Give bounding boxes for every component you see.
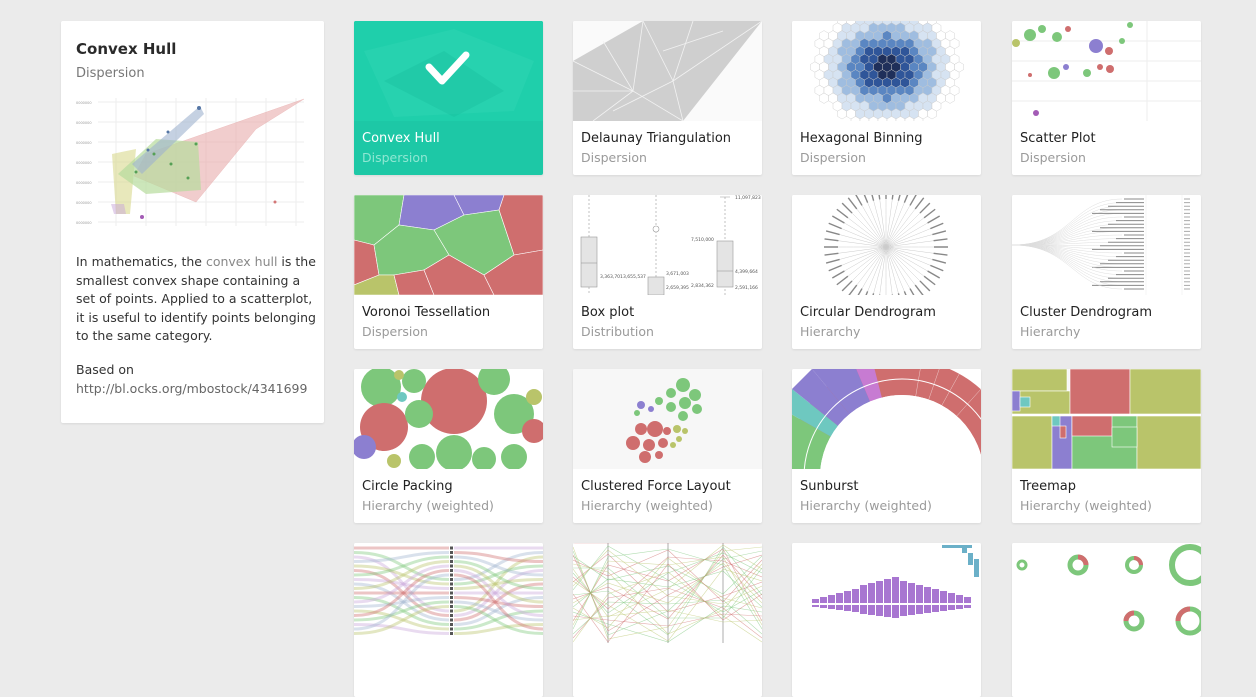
- card-title: Convex Hull: [362, 131, 440, 146]
- svg-text:0000000: 0000000: [76, 141, 92, 145]
- chart-card-delaunay-triangulation[interactable]: Delaunay Triangulation Dispersion: [573, 21, 762, 175]
- card-title: Delaunay Triangulation: [581, 131, 731, 146]
- chart-card-row4-1[interactable]: [354, 543, 543, 697]
- svg-text:2,834,362: 2,834,362: [691, 283, 714, 289]
- chart-info-panel: Convex Hull Dispersion 00000000000000000…: [61, 21, 324, 423]
- card-thumbnail: [354, 369, 543, 469]
- card-category: Hierarchy: [800, 324, 860, 339]
- info-title: Convex Hull: [76, 40, 176, 58]
- card-title: Voronoi Tessellation: [362, 305, 490, 320]
- svg-text:2,659,395: 2,659,395: [666, 285, 689, 291]
- chart-card-scatter-plot[interactable]: Scatter Plot Dispersion: [1012, 21, 1201, 175]
- chart-card-voronoi-tessellation[interactable]: Voronoi Tessellation Dispersion: [354, 195, 543, 349]
- card-category: Dispersion: [362, 150, 428, 165]
- svg-text:0000000: 0000000: [76, 161, 92, 165]
- card-thumbnail: 11,097,823 7,510,000 3,363,701 3,655,537…: [573, 195, 762, 295]
- svg-text:4,399,664: 4,399,664: [735, 269, 758, 275]
- card-title: Circle Packing: [362, 479, 453, 494]
- card-title: Scatter Plot: [1020, 131, 1096, 146]
- card-title: Cluster Dendrogram: [1020, 305, 1152, 320]
- chart-card-convex-hull[interactable]: Convex Hull Dispersion: [354, 21, 543, 175]
- card-category: Hierarchy (weighted): [800, 498, 932, 513]
- card-thumbnail: [1012, 21, 1201, 121]
- card-thumbnail: [1012, 195, 1201, 295]
- svg-text:7,510,000: 7,510,000: [691, 237, 714, 243]
- svg-text:0000000: 0000000: [76, 101, 92, 105]
- chart-card-clustered-force-layout[interactable]: Clustered Force Layout Hierarchy (weight…: [573, 369, 762, 523]
- svg-text:2,591,166: 2,591,166: [735, 285, 758, 291]
- card-thumbnail: [1012, 369, 1201, 469]
- card-title: Sunburst: [800, 479, 858, 494]
- svg-text:0000000: 0000000: [76, 121, 92, 125]
- svg-text:3,655,537: 3,655,537: [623, 274, 646, 280]
- card-thumbnail: [792, 543, 981, 643]
- card-category: Dispersion: [800, 150, 866, 165]
- card-category: Hierarchy (weighted): [581, 498, 713, 513]
- info-category: Dispersion: [76, 66, 145, 81]
- convex-hull-preview: 0000000 0000000 0000000 0000000 0000000 0000…: [76, 94, 308, 234]
- card-thumbnail: [573, 21, 762, 121]
- svg-text:0000000: 0000000: [76, 181, 92, 185]
- svg-text:3,671,003: 3,671,003: [666, 271, 689, 277]
- svg-text:11,097,823: 11,097,823: [735, 195, 761, 201]
- chart-card-row4-4[interactable]: [1012, 543, 1201, 697]
- convex-hull-link[interactable]: convex hull: [206, 254, 277, 269]
- card-thumbnail: [573, 543, 762, 643]
- card-category: Dispersion: [581, 150, 647, 165]
- chart-card-cluster-dendrogram[interactable]: Cluster Dendrogram Hierarchy: [1012, 195, 1201, 349]
- card-thumbnail: [573, 369, 762, 469]
- card-title: Circular Dendrogram: [800, 305, 936, 320]
- svg-text:0000000: 0000000: [76, 221, 92, 225]
- card-title: Clustered Force Layout: [581, 479, 731, 494]
- card-category: Hierarchy (weighted): [1020, 498, 1152, 513]
- card-title: Hexagonal Binning: [800, 131, 922, 146]
- chart-card-row4-2[interactable]: [573, 543, 762, 697]
- card-title: Box plot: [581, 305, 634, 320]
- chart-card-row4-3[interactable]: [792, 543, 981, 697]
- card-thumbnail: [354, 543, 543, 643]
- chart-card-circular-dendrogram[interactable]: Circular Dendrogram Hierarchy: [792, 195, 981, 349]
- card-category: Dispersion: [1020, 150, 1086, 165]
- chart-card-circle-packing[interactable]: Circle Packing Hierarchy (weighted): [354, 369, 543, 523]
- chart-card-box-plot[interactable]: 11,097,823 7,510,000 3,363,701 3,655,537…: [573, 195, 762, 349]
- card-thumbnail: [354, 195, 543, 295]
- chart-card-sunburst[interactable]: Sunburst Hierarchy (weighted): [792, 369, 981, 523]
- card-category: Dispersion: [362, 324, 428, 339]
- card-thumbnail: [792, 369, 981, 469]
- info-source: Based on http://bl.ocks.org/mbostock/434…: [76, 361, 307, 398]
- card-category: Hierarchy: [1020, 324, 1080, 339]
- card-thumbnail: [792, 21, 981, 121]
- svg-text:0000000: 0000000: [76, 201, 92, 205]
- source-link[interactable]: http://bl.ocks.org/mbostock/4341699: [76, 380, 307, 399]
- card-category: Hierarchy (weighted): [362, 498, 494, 513]
- chart-card-hexagonal-binning[interactable]: Hexagonal Binning Dispersion: [792, 21, 981, 175]
- card-thumbnail: [1012, 543, 1201, 643]
- card-category: Distribution: [581, 324, 654, 339]
- info-description: In mathematics, the convex hull is the s…: [76, 253, 316, 346]
- card-thumbnail: [354, 21, 543, 121]
- svg-text:3,363,701: 3,363,701: [600, 274, 623, 280]
- based-on-label: Based on: [76, 361, 307, 380]
- card-title: Treemap: [1020, 479, 1076, 494]
- chart-card-treemap[interactable]: Treemap Hierarchy (weighted): [1012, 369, 1201, 523]
- card-thumbnail: [792, 195, 981, 295]
